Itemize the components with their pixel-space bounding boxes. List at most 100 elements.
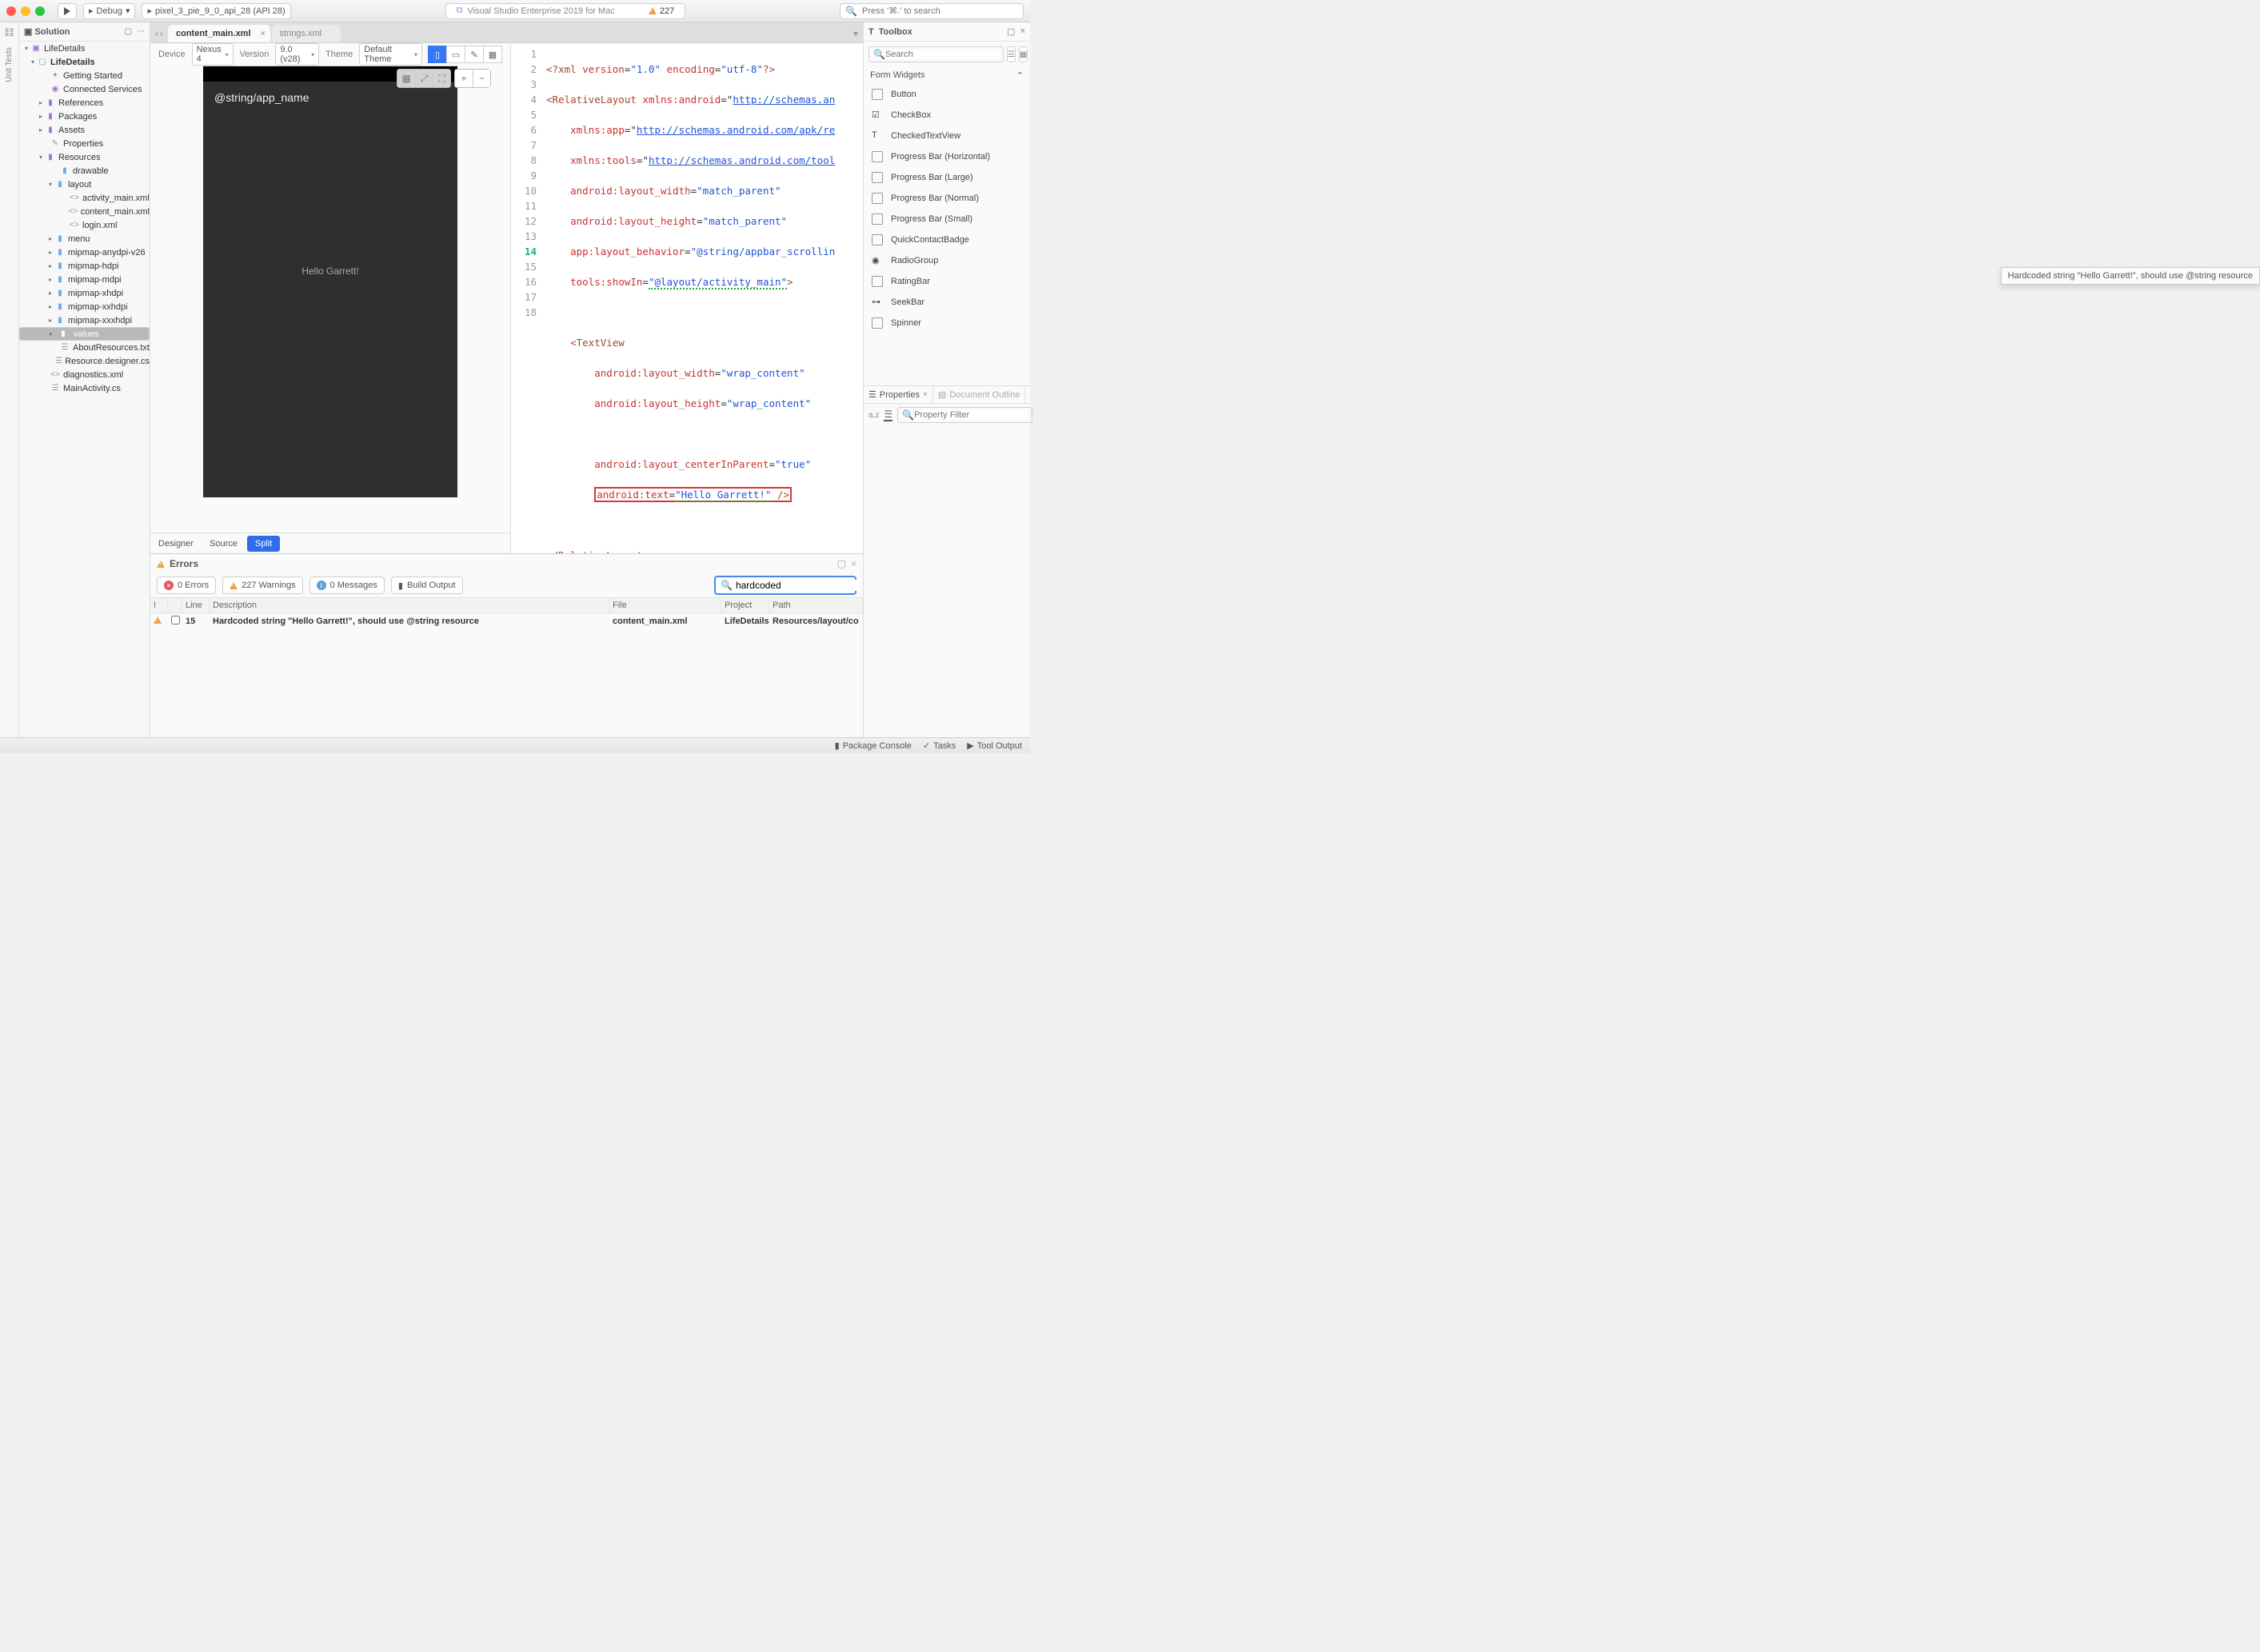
close-icon[interactable]: × [1020,26,1025,37]
error-checkbox[interactable] [171,616,180,624]
designer-view-tabs: Designer Source Split [150,533,510,553]
phone-preview[interactable]: @string/app_name Hello Garrett! ▦⤢⛶ +− [203,66,457,497]
line-gutter: 123456789 101112131415161718 [511,43,543,553]
toolbox-item[interactable]: Progress Bar (Normal) [864,188,1030,209]
solution-header: ▣ Solution ▢⋯ [19,22,150,42]
device-canvas[interactable]: @string/app_name Hello Garrett! ▦⤢⛶ +− [150,66,510,533]
device-dropdown[interactable]: Nexus 4▾ [192,43,234,66]
sort-az[interactable]: a.z [868,411,879,420]
expand-icon[interactable]: ▢ [837,558,846,569]
overlay-grid-icon[interactable]: ▦ [397,70,415,87]
solution-tree[interactable]: ▾▣LifeDetails ▾▢LifeDetails ✦Getting Sta… [19,42,150,737]
overlay-remove-icon[interactable]: − [473,70,490,87]
toolbox-item[interactable]: QuickContactBadge [864,229,1030,250]
unit-tests-tab[interactable]: Unit Tests [5,47,14,82]
tab-strings[interactable]: strings.xml [272,25,341,42]
expand-icon[interactable]: ▢ [1007,26,1015,37]
toolbox-item[interactable]: ☑CheckBox [864,105,1030,126]
options-icon[interactable]: ⋯ [137,27,145,36]
toolbox-item[interactable]: RatingBar [864,271,1030,292]
config-selector[interactable]: ▸ Debug ▾ [83,3,135,19]
close-icon[interactable]: × [261,30,266,38]
expand-icon[interactable]: ▢ [125,27,132,36]
tasks-button[interactable]: ✓Tasks [923,740,956,751]
overlay-add-icon[interactable]: + [455,70,473,87]
property-search[interactable]: 🔍 [897,407,1032,423]
portrait-button[interactable]: ▯ [428,46,447,63]
rocket-icon: ✦ [50,70,61,82]
overlay-fit-icon[interactable]: ⛶ [433,70,450,87]
toolbox-icon: T [868,27,874,37]
minimize-window-icon[interactable] [21,6,30,16]
toolbox-category[interactable]: Form Widgets⌃ [864,66,1030,84]
grid-button[interactable]: ▦ [483,46,502,63]
warning-count[interactable]: 227 [649,6,674,16]
properties-pane: ☰Properties× ▤Document Outline a.z ☰ 🔍 [864,385,1030,737]
toolbox-search[interactable]: 🔍 [868,46,1004,62]
global-search-input[interactable] [862,6,1018,16]
version-dropdown[interactable]: 9.0 (v28)▾ [275,43,319,66]
toolbox-item[interactable]: Spinner [864,313,1030,333]
close-window-icon[interactable] [6,6,16,16]
left-tool-strip: 𝌮 Unit Tests [0,22,19,737]
error-row[interactable]: 15 Hardcoded string "Hello Garrett!", sh… [150,613,863,629]
flash-icon[interactable]: 𝌮 [4,26,14,39]
toolbox-item[interactable]: TCheckedTextView [864,126,1030,146]
toolbox-item[interactable]: Button [864,84,1030,105]
global-search[interactable]: 🔍 [840,3,1024,19]
landscape-button[interactable]: ▭ [446,46,465,63]
tabs-overflow-icon[interactable]: ▾ [853,28,858,42]
close-icon[interactable]: × [923,390,928,399]
tab-content-main[interactable]: content_main.xml× [168,25,270,42]
designer-tab[interactable]: Designer [150,533,202,553]
phone-body-text: Hello Garrett! [203,265,457,277]
toolbox-item[interactable]: ⊶SeekBar [864,292,1030,313]
toolbox-list[interactable]: Button ☑CheckBox TCheckedTextView Progre… [864,84,1030,385]
close-icon[interactable]: × [851,558,856,569]
errors-table-header: !LineDescriptionFileProjectPath [150,597,863,613]
errors-filter[interactable]: ×0 Errors [157,577,216,594]
errors-search[interactable]: 🔍 ⊘ [714,576,856,595]
property-search-input[interactable] [914,410,1028,420]
search-icon: 🔍 [902,409,914,421]
folder-icon: ▮ [45,125,56,136]
toolbox-grid-view-icon[interactable]: ▦ [1019,46,1028,62]
errors-search-input[interactable] [736,580,860,591]
warnings-filter[interactable]: 227 Warnings [222,577,302,594]
canvas-overlay: ▦⤢⛶ +− [397,69,491,88]
window-controls [6,6,45,16]
code-content[interactable]: <?xml version="1.0" encoding="utf-8"?> <… [543,43,835,553]
document-outline-tab[interactable]: ▤Document Outline [933,386,1025,403]
nav-fwd-icon[interactable]: › [160,28,163,39]
source-tab[interactable]: Source [202,533,246,553]
toolbox-item[interactable]: ◉RadioGroup [864,250,1030,271]
xml-file-icon: <> [68,206,78,217]
nav-back-icon[interactable]: ‹ [155,28,158,39]
messages-filter[interactable]: i0 Messages [309,577,385,594]
properties-tab[interactable]: ☰Properties× [864,386,933,403]
values-folder[interactable]: ▸▮values [19,327,150,341]
designer-toolbar: Device Nexus 4▾ Version 9.0 (v28)▾ Theme… [150,43,510,66]
zoom-window-icon[interactable] [35,6,45,16]
theme-dropdown[interactable]: Default Theme▾ [359,43,422,66]
search-icon: 🔍 [721,580,733,591]
toolbox-list-view-icon[interactable]: ☰ [1007,46,1016,62]
toolbox-item[interactable]: Progress Bar (Horizontal) [864,146,1030,167]
run-button[interactable] [58,3,77,19]
status-bar: ▮Package Console ✓Tasks ▶Tool Output [0,737,1030,753]
split-tab[interactable]: Split [247,536,280,552]
code-editor[interactable]: 123456789 101112131415161718 <?xml versi… [511,43,863,553]
toolbox-item[interactable]: Progress Bar (Large) [864,167,1030,188]
errors-table[interactable]: !LineDescriptionFileProjectPath 15 Hardc… [150,597,863,737]
group-icon[interactable]: ☰ [884,409,892,421]
overlay-expand-icon[interactable]: ⤢ [415,70,433,87]
errors-title: Errors [170,558,198,569]
device-selector[interactable]: ▸ pixel_3_pie_9_0_api_28 (API 28) [142,3,290,19]
tool-output-button[interactable]: ▶Tool Output [967,740,1022,751]
package-console-button[interactable]: ▮Package Console [835,740,912,751]
build-output-button[interactable]: ▮Build Output [391,577,463,594]
warning-icon [157,561,165,568]
toolbox-search-input[interactable] [885,50,999,59]
variant-button[interactable]: ✎ [465,46,484,63]
toolbox-item[interactable]: Progress Bar (Small) [864,209,1030,229]
